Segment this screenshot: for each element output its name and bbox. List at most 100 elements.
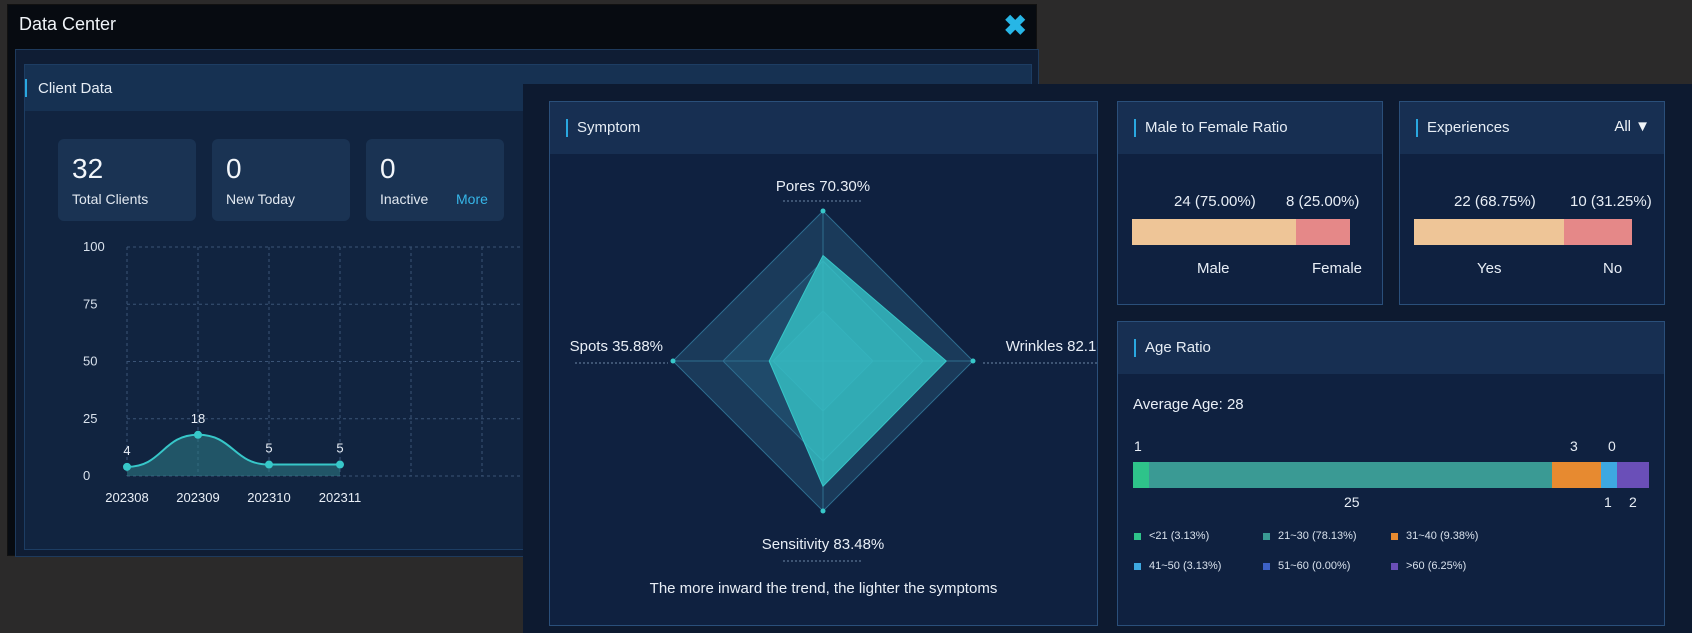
y-tick-label: 50 <box>83 354 97 369</box>
legend-item: 21~30 (78.13%) <box>1263 530 1357 542</box>
radar-axis-label: Sensitivity 83.48% <box>762 536 885 553</box>
legend-item: <21 (3.13%) <box>1134 530 1209 542</box>
age-count: 3 <box>1570 438 1578 454</box>
female-segment <box>1295 219 1350 245</box>
card-header: Male to Female Ratio <box>1118 102 1382 154</box>
radar-vertex <box>820 208 826 214</box>
panel-title: Client Data <box>38 80 113 97</box>
legend-swatch <box>1134 562 1141 570</box>
gender-ratio-bar <box>1132 219 1350 245</box>
x-tick-label: 202308 <box>105 490 148 505</box>
gender-card: Male to Female Ratio 24 (75.00%) 8 (25.0… <box>1117 101 1383 305</box>
no-value: 10 (31.25%) <box>1570 193 1652 210</box>
average-age: Average Age: 28 <box>1133 396 1244 413</box>
experience-card: Experiences All ▼ 22 (68.75%) 10 (31.25%… <box>1399 101 1665 305</box>
no-segment <box>1563 219 1632 245</box>
legend-item: 41~50 (3.13%) <box>1134 560 1221 572</box>
age-segment <box>1616 462 1649 488</box>
radar-axis-label: Pores 70.30% <box>776 178 870 195</box>
legend-swatch <box>1263 532 1270 540</box>
x-tick-label: 202309 <box>176 490 219 505</box>
area-fill <box>127 434 340 476</box>
header-accent <box>25 79 27 97</box>
card-title: Experiences <box>1427 119 1510 136</box>
female-value: 8 (25.00%) <box>1286 193 1360 210</box>
y-tick-label: 0 <box>83 468 90 483</box>
card-title: Age Ratio <box>1145 339 1211 356</box>
legend-item: >60 (6.25%) <box>1391 560 1466 572</box>
x-tick-label: 202311 <box>319 490 361 505</box>
y-tick-label: 25 <box>83 411 97 426</box>
data-label: 4 <box>123 443 130 458</box>
data-label: 5 <box>265 441 272 456</box>
experience-ratio-bar <box>1414 219 1632 245</box>
card-header: Age Ratio <box>1118 322 1664 374</box>
card-header: Experiences All ▼ <box>1400 102 1664 154</box>
symptom-card: Symptom Pores 70.30% Wrinkles 82.18% Sensi… <box>549 101 1098 626</box>
legend-label: 21~30 (78.13%) <box>1278 530 1357 542</box>
age-segment <box>1600 462 1617 488</box>
age-card: Age Ratio Average Age: 28 1 3 0 25 1 2 <… <box>1117 321 1665 626</box>
legend-item: 51~60 (0.00%) <box>1263 560 1350 572</box>
analytics-window: Symptom Pores 70.30% Wrinkles 82.18% Sensi… <box>523 84 1692 633</box>
data-point <box>265 460 273 469</box>
legend-item: 31~40 (9.38%) <box>1391 530 1478 542</box>
radar-axis-label: Wrinkles 82.18% <box>1006 338 1097 355</box>
data-point <box>336 460 344 469</box>
legend-swatch <box>1391 532 1398 540</box>
age-ratio-bar <box>1133 462 1649 488</box>
stat-value: 32 <box>72 153 104 184</box>
age-count: 0 <box>1608 438 1616 454</box>
radar-vertex <box>970 358 976 364</box>
yes-label: Yes <box>1477 260 1502 277</box>
legend-label: >60 (6.25%) <box>1406 560 1467 572</box>
radar-vertex <box>820 508 826 514</box>
symptom-radar-chart: Pores 70.30% Wrinkles 82.18% Sensitivity 8… <box>570 178 1097 562</box>
stat-new-today: 0 New Today <box>212 139 350 221</box>
yes-segment <box>1414 219 1564 245</box>
age-segment <box>1552 462 1601 488</box>
card-title: Symptom <box>577 119 641 136</box>
legend-label: <21 (3.13%) <box>1149 530 1210 542</box>
stat-value: 0 <box>380 153 396 184</box>
average-age-value: 28 <box>1226 396 1244 413</box>
window-title: Data Center <box>19 14 117 34</box>
more-link[interactable]: More <box>456 191 488 207</box>
male-segment <box>1132 219 1296 245</box>
female-label: Female <box>1312 260 1363 277</box>
age-count: 1 <box>1134 438 1142 454</box>
age-count: 2 <box>1629 494 1637 510</box>
legend-swatch <box>1263 562 1270 570</box>
close-icon[interactable]: ✖ <box>1004 12 1027 40</box>
legend-label: 31~40 (9.38%) <box>1406 530 1479 542</box>
stat-label: Inactive <box>380 191 429 207</box>
legend-swatch <box>1391 562 1398 570</box>
header-accent <box>566 119 568 137</box>
y-tick-label: 100 <box>83 239 105 254</box>
age-count: 1 <box>1604 494 1612 510</box>
stat-value: 0 <box>226 153 242 184</box>
radar-axis-label: Spots 35.88% <box>570 338 663 355</box>
stat-label: New Today <box>226 191 296 207</box>
header-accent <box>1416 119 1418 137</box>
male-value: 24 (75.00%) <box>1174 193 1256 210</box>
legend-label: 41~50 (3.13%) <box>1149 560 1222 572</box>
radar-vertex <box>670 358 676 364</box>
header-accent <box>1134 119 1136 137</box>
data-point <box>194 430 202 439</box>
symptom-footnote: The more inward the trend, the lighter t… <box>649 580 998 597</box>
yes-value: 22 (68.75%) <box>1454 193 1536 210</box>
legend-label: 51~60 (0.00%) <box>1278 560 1351 572</box>
x-tick-label: 202310 <box>247 490 290 505</box>
data-point <box>123 462 131 471</box>
legend-swatch <box>1134 532 1141 540</box>
stat-label: Total Clients <box>72 191 149 207</box>
header-accent <box>1134 339 1136 357</box>
no-label: No <box>1603 260 1623 277</box>
card-header: Symptom <box>550 102 1097 154</box>
average-age-label: Average Age: <box>1133 396 1223 413</box>
age-segment <box>1133 462 1150 488</box>
age-segment <box>1149 462 1553 488</box>
data-label: 18 <box>191 411 205 426</box>
experience-filter-dropdown[interactable]: All ▼ <box>1614 118 1650 135</box>
